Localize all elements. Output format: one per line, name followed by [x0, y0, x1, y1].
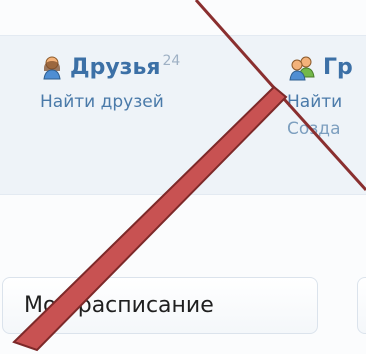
friends-title[interactable]: Друзья	[70, 55, 161, 81]
groups-section: Гр Найти Созда	[287, 55, 353, 139]
group-icon	[287, 55, 317, 85]
partial-button[interactable]	[357, 277, 366, 334]
friends-title-row[interactable]: Друзья 24	[40, 53, 181, 85]
my-schedule-button[interactable]: Мой расписание	[2, 277, 318, 334]
friends-section: Друзья 24 Найти друзей	[40, 53, 181, 112]
friends-count: 24	[162, 53, 181, 69]
find-groups-link[interactable]: Найти	[287, 92, 353, 112]
top-navigation-panel: Друзья 24 Найти друзей Гр Найти Созда	[0, 35, 366, 195]
groups-title-row[interactable]: Гр	[287, 55, 353, 83]
create-group-link[interactable]: Созда	[287, 119, 353, 139]
my-schedule-label: Мой расписание	[24, 293, 214, 318]
user-icon	[40, 55, 64, 85]
find-friends-link[interactable]: Найти друзей	[40, 92, 180, 112]
groups-title[interactable]: Гр	[323, 55, 353, 81]
screenshot-area: Друзья 24 Найти друзей Гр Найти Созда Мо…	[0, 0, 366, 354]
